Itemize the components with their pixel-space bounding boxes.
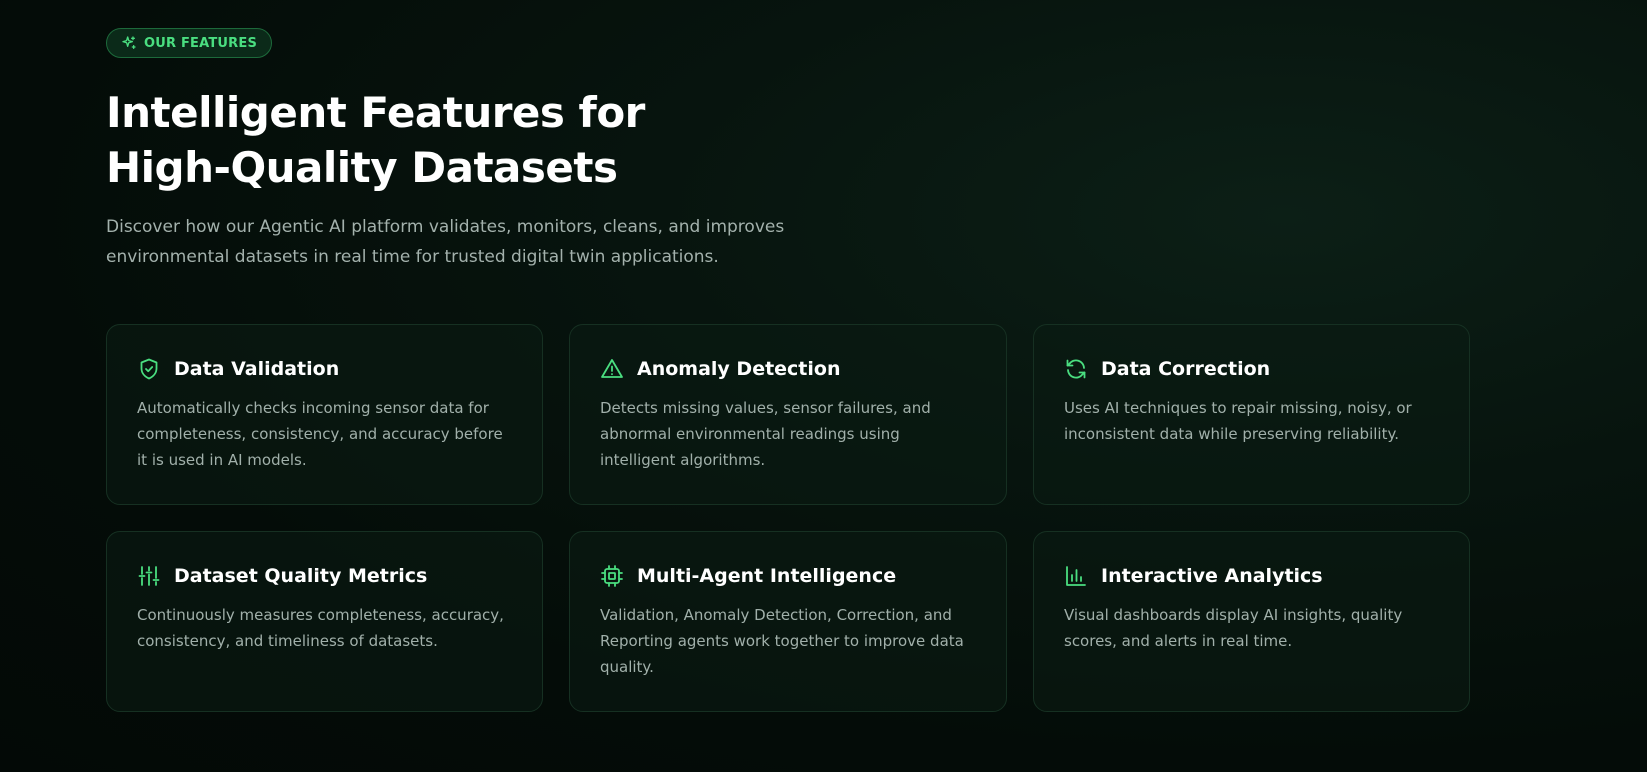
section-subtitle: Discover how our Agentic AI platform val… <box>106 217 785 267</box>
alert-triangle-icon <box>600 357 624 381</box>
feature-description: Visual dashboards display AI insights, q… <box>1064 606 1403 650</box>
badge-label: OUR FEATURES <box>144 35 258 51</box>
feature-description: Uses AI techniques to repair missing, no… <box>1064 399 1412 443</box>
sliders-icon <box>137 564 161 588</box>
feature-description: Automatically checks incoming sensor dat… <box>137 399 503 469</box>
feature-card-anomaly-detection: Anomaly Detection Detects missing values… <box>569 324 1007 505</box>
feature-card-data-correction: Data Correction Uses AI techniques to re… <box>1033 324 1470 505</box>
title-line-2: High-Quality Datasets <box>106 143 618 192</box>
feature-title: Multi-Agent Intelligence <box>637 565 897 587</box>
feature-description: Detects missing values, sensor failures,… <box>600 399 931 469</box>
sparkles-icon <box>121 35 137 51</box>
features-section: OUR FEATURES Intelligent Features for Hi… <box>106 28 1506 712</box>
feature-title: Dataset Quality Metrics <box>174 565 428 587</box>
feature-title: Anomaly Detection <box>637 358 841 380</box>
feature-description: Validation, Anomaly Detection, Correctio… <box>600 606 964 676</box>
features-grid: Data Validation Automatically checks inc… <box>106 324 1506 712</box>
title-line-1: Intelligent Features for <box>106 88 645 137</box>
refresh-icon <box>1064 357 1088 381</box>
feature-title: Data Validation <box>174 358 340 380</box>
features-badge: OUR FEATURES <box>106 28 273 58</box>
cpu-chip-icon <box>600 564 624 588</box>
feature-card-data-validation: Data Validation Automatically checks inc… <box>106 324 543 505</box>
page-title: Intelligent Features for High-Quality Da… <box>106 85 1506 195</box>
feature-card-dataset-quality-metrics: Dataset Quality Metrics Continuously mea… <box>106 531 543 712</box>
feature-title: Interactive Analytics <box>1101 565 1323 587</box>
bar-chart-icon <box>1064 564 1088 588</box>
feature-card-interactive-analytics: Interactive Analytics Visual dashboards … <box>1033 531 1470 712</box>
shield-check-icon <box>137 357 161 381</box>
feature-card-multi-agent-intelligence: Multi-Agent Intelligence Validation, Ano… <box>569 531 1007 712</box>
feature-description: Continuously measures completeness, accu… <box>137 606 504 650</box>
feature-title: Data Correction <box>1101 358 1271 380</box>
